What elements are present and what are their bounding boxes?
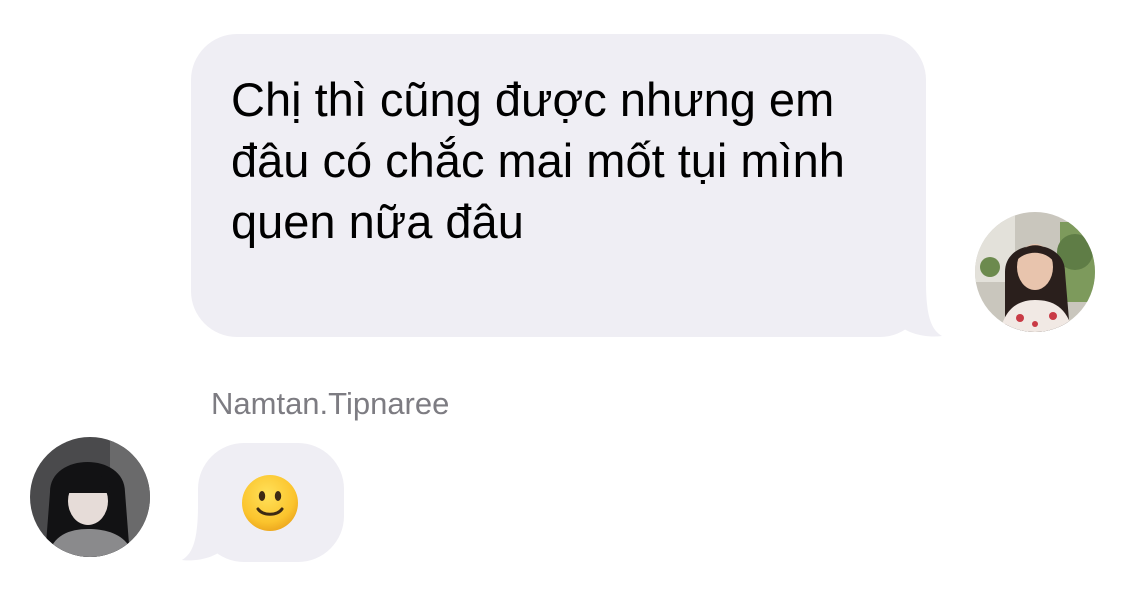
sender-name: Namtan.Tipnaree <box>211 386 450 421</box>
avatar[interactable] <box>975 212 1095 332</box>
avatar[interactable] <box>30 437 150 557</box>
avatar-photo-woman-long-hair-icon <box>975 212 1095 332</box>
outgoing-message-text: Chị thì cũng được nhưng em đâu có chắc m… <box>231 73 845 248</box>
slightly-smiling-face-emoji-icon <box>242 475 298 531</box>
avatar-photo-woman-bangs-icon <box>30 437 150 557</box>
